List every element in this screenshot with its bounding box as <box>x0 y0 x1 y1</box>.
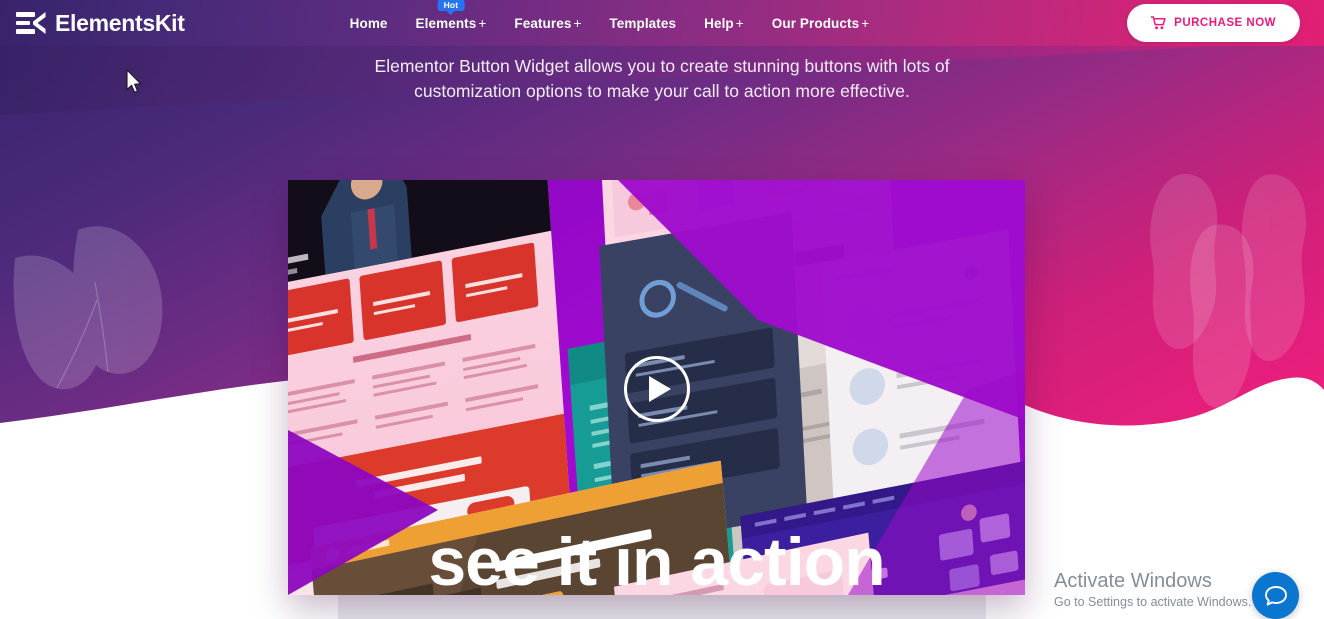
nav-label: Home <box>349 15 388 31</box>
nav-item-our-products[interactable]: Our Products + <box>758 10 883 37</box>
nav-item-elements[interactable]: Hot Elements + <box>402 0 501 37</box>
chat-bubble-icon <box>1264 585 1287 606</box>
shopping-cart-icon <box>1151 16 1166 30</box>
chevron-plus-icon: + <box>478 15 487 31</box>
nav-label: Elements <box>415 15 477 31</box>
nav-item-templates[interactable]: Templates <box>595 10 690 37</box>
main-navigation: Home Hot Elements + Features + Templates H… <box>336 0 884 37</box>
hero-description: Elementor Button Widget allows you to cr… <box>374 56 950 101</box>
nav-label: Help <box>704 15 734 31</box>
nav-item-home[interactable]: Home <box>336 10 402 37</box>
chat-widget-button[interactable] <box>1252 572 1299 619</box>
chevron-plus-icon: + <box>861 15 870 31</box>
mouse-pointer-icon <box>126 69 142 93</box>
site-header: ElementsKit Home Hot Elements + Features +… <box>0 0 1324 46</box>
nav-label: Features <box>514 15 572 31</box>
play-button[interactable] <box>624 356 690 422</box>
purchase-now-button[interactable]: PURCHASE NOW <box>1127 4 1300 42</box>
page-root: ElementsKit Home Hot Elements + Features +… <box>0 0 1324 619</box>
windows-activation-watermark: Activate Windows Go to Settings to activ… <box>1054 570 1251 609</box>
nav-item-features[interactable]: Features + <box>500 10 595 37</box>
play-button-icon <box>649 376 671 402</box>
nav-label: Templates <box>609 15 677 31</box>
watermark-title: Activate Windows <box>1054 570 1212 592</box>
nav-item-help[interactable]: Help + <box>690 10 758 37</box>
brand-logo[interactable]: ElementsKit <box>16 11 185 35</box>
chevron-plus-icon: + <box>735 15 744 31</box>
hot-badge: Hot <box>437 0 465 16</box>
purchase-button-label: PURCHASE NOW <box>1174 17 1276 29</box>
chevron-plus-icon: + <box>573 15 582 31</box>
elementskit-logo-icon <box>16 11 46 35</box>
video-caption: see it in action <box>428 524 885 600</box>
watermark-subtitle: Go to Settings to activate Windows. <box>1054 595 1252 609</box>
brand-name: ElementsKit <box>55 9 185 36</box>
nav-label: Our Products <box>771 15 860 31</box>
